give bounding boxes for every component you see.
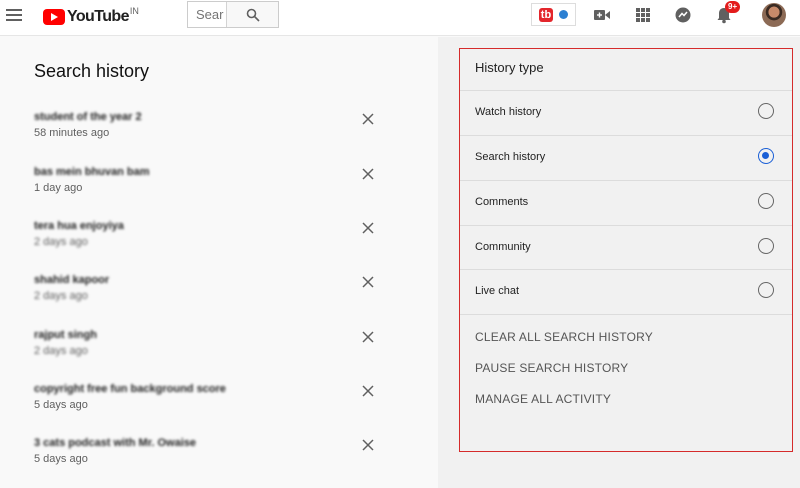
history-item: tera hua enjoyiya 2 days ago bbox=[34, 220, 394, 264]
extension-status-dot bbox=[559, 10, 569, 19]
history-item: 3 cats podcast with Mr. Owaise 5 days ag… bbox=[34, 437, 394, 481]
history-item: rajput singh 2 days ago bbox=[34, 329, 394, 373]
pause-search-history-button[interactable]: PAUSE SEARCH HISTORY bbox=[475, 361, 628, 375]
apps-grid-icon[interactable] bbox=[633, 5, 653, 25]
option-label: Comments bbox=[475, 196, 529, 208]
history-time: 58 minutes ago bbox=[34, 127, 110, 139]
remove-item-close-icon[interactable] bbox=[360, 166, 376, 182]
history-type-panel: History type Watch history Search histor… bbox=[459, 48, 793, 452]
history-item: bas mein bhuvan bam 1 day ago bbox=[34, 166, 394, 210]
history-query[interactable]: tera hua enjoyiya bbox=[34, 220, 124, 232]
history-type-option-community[interactable]: Community bbox=[460, 225, 792, 270]
hamburger-menu-icon[interactable] bbox=[6, 9, 22, 21]
history-type-option-watch[interactable]: Watch history bbox=[460, 90, 792, 135]
history-type-sidebar: History type Watch history Search histor… bbox=[438, 37, 800, 488]
remove-item-close-icon[interactable] bbox=[360, 111, 376, 127]
manage-all-activity-button[interactable]: MANAGE ALL ACTIVITY bbox=[475, 392, 611, 406]
history-query[interactable]: student of the year 2 bbox=[34, 111, 142, 123]
country-code: IN bbox=[129, 6, 139, 16]
remove-item-close-icon[interactable] bbox=[360, 220, 376, 236]
history-time: 2 days ago bbox=[34, 345, 88, 357]
option-label: Community bbox=[475, 241, 531, 253]
history-item: student of the year 2 58 minutes ago bbox=[34, 111, 394, 155]
history-type-option-search[interactable]: Search history bbox=[460, 135, 792, 180]
option-label: Live chat bbox=[475, 285, 520, 297]
divider bbox=[460, 314, 792, 315]
option-label: Watch history bbox=[475, 106, 542, 118]
remove-item-close-icon[interactable] bbox=[360, 274, 376, 290]
youtube-play-icon bbox=[43, 9, 65, 25]
radio-button[interactable] bbox=[758, 103, 774, 119]
remove-item-close-icon[interactable] bbox=[360, 437, 376, 453]
history-query[interactable]: 3 cats podcast with Mr. Owaise bbox=[34, 437, 196, 449]
history-type-option-live-chat[interactable]: Live chat bbox=[460, 269, 792, 314]
search-box bbox=[187, 1, 279, 28]
history-query[interactable]: shahid kapoor bbox=[34, 274, 109, 286]
history-time: 1 day ago bbox=[34, 182, 83, 194]
youtube-logo[interactable]: YouTube IN bbox=[43, 6, 139, 28]
history-query[interactable]: rajput singh bbox=[34, 329, 97, 341]
radio-button[interactable] bbox=[758, 238, 774, 254]
history-time: 2 days ago bbox=[34, 290, 88, 302]
history-item: shahid kapoor 2 days ago bbox=[34, 274, 394, 318]
history-time: 5 days ago bbox=[34, 453, 88, 465]
history-time: 2 days ago bbox=[34, 236, 88, 248]
search-icon bbox=[246, 8, 260, 22]
panel-title: History type bbox=[475, 60, 544, 75]
radio-button[interactable] bbox=[758, 282, 774, 298]
remove-item-close-icon[interactable] bbox=[360, 329, 376, 345]
logo-text: YouTube bbox=[67, 8, 129, 25]
option-label: Search history bbox=[475, 151, 546, 163]
search-history-section: Search history student of the year 2 58 … bbox=[0, 37, 438, 488]
top-bar: YouTube IN tb 9+ bbox=[0, 0, 800, 36]
radio-button-selected[interactable] bbox=[758, 148, 774, 164]
create-video-icon[interactable] bbox=[592, 5, 612, 25]
extension-badge[interactable]: tb bbox=[531, 3, 576, 26]
history-query[interactable]: bas mein bhuvan bam bbox=[34, 166, 150, 178]
search-input[interactable] bbox=[188, 2, 226, 27]
extension-logo: tb bbox=[538, 7, 554, 22]
history-query[interactable]: copyright free fun background score bbox=[34, 383, 226, 395]
history-item: copyright free fun background score 5 da… bbox=[34, 383, 394, 427]
history-time: 5 days ago bbox=[34, 399, 88, 411]
radio-button[interactable] bbox=[758, 193, 774, 209]
clear-all-search-history-button[interactable]: CLEAR ALL SEARCH HISTORY bbox=[475, 330, 653, 344]
search-button[interactable] bbox=[226, 2, 278, 27]
messages-icon[interactable] bbox=[673, 5, 693, 25]
history-type-option-comments[interactable]: Comments bbox=[460, 180, 792, 225]
user-avatar[interactable] bbox=[762, 3, 786, 27]
page-title: Search history bbox=[34, 61, 150, 81]
notifications-count-badge: 9+ bbox=[725, 1, 741, 13]
remove-item-close-icon[interactable] bbox=[360, 383, 376, 399]
